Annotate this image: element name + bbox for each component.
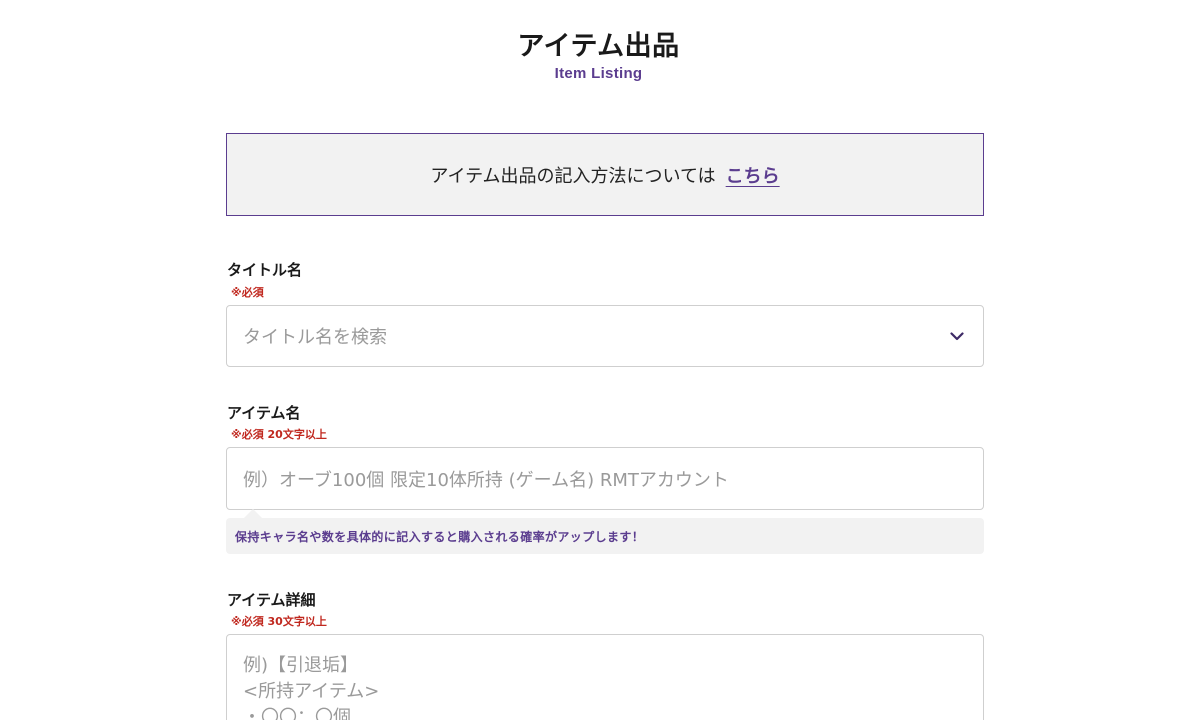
item-name-input[interactable]: 例）オーブ100個 限定10体所持 (ゲーム名) RMTアカウント [226, 447, 984, 510]
page-title: アイテム出品 [517, 31, 680, 62]
item-detail-required-note: ※必須 30文字以上 [231, 615, 327, 628]
title-search-select[interactable]: タイトル名を検索 [226, 305, 984, 367]
item-detail-placeholder-line: ・〇〇：〇個 [243, 707, 351, 720]
title-required-note: ※必須 [231, 286, 264, 299]
title-search-placeholder: タイトル名を検索 [243, 327, 387, 348]
item-name-hint: 保持キャラ名や数を具体的に記入すると購入される確率がアップします！ [226, 518, 984, 554]
page-subtitle: Item Listing [554, 65, 643, 82]
instructions-notice: アイテム出品の記入方法については こちら [226, 133, 984, 216]
item-detail-textarea[interactable]: 例)【引退垢】 <所持アイテム> ・〇〇：〇個 [226, 634, 984, 720]
chevron-down-icon[interactable] [947, 326, 967, 346]
item-detail-placeholder-line: 例)【引退垢】 [243, 655, 359, 676]
notice-text: アイテム出品の記入方法については [430, 165, 716, 187]
item-detail-label: アイテム詳細 [227, 591, 316, 609]
hint-pointer [244, 509, 262, 518]
item-name-placeholder: 例）オーブ100個 限定10体所持 (ゲーム名) RMTアカウント [243, 469, 729, 491]
item-name-required-note: ※必須 20文字以上 [231, 428, 327, 441]
item-name-label: アイテム名 [227, 404, 301, 422]
title-field-label: タイトル名 [227, 261, 303, 279]
item-detail-placeholder-line: <所持アイテム> [243, 681, 380, 702]
instructions-link[interactable]: こちら [726, 162, 780, 188]
